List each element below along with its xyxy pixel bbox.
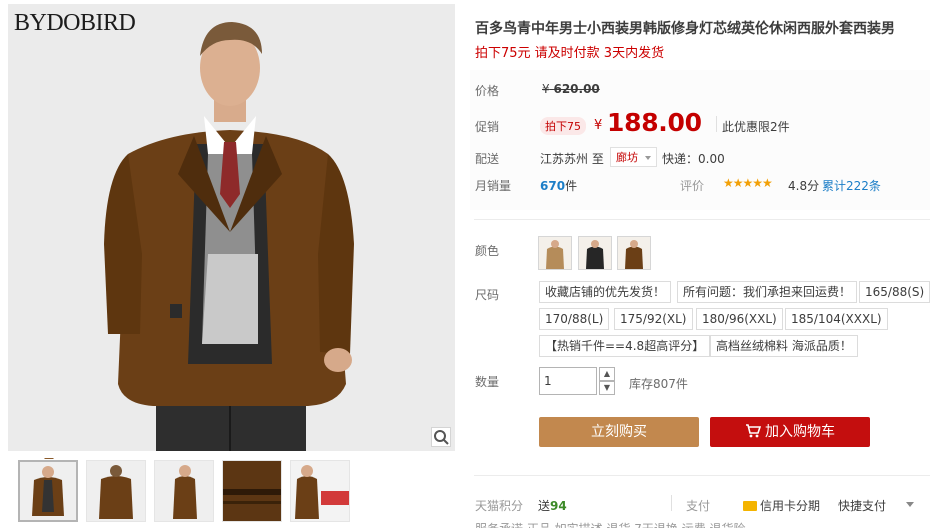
quantity-label: 数量: [475, 375, 500, 389]
rating-stars-icon: ★★★★★: [723, 176, 773, 190]
stock-count: 库存807件: [629, 377, 688, 391]
price-separator: [716, 116, 717, 132]
size-option[interactable]: 165/88(S): [859, 281, 930, 303]
size-label: 尺码: [475, 288, 500, 302]
main-product-image[interactable]: BYDOBIRD: [8, 4, 455, 451]
promo-label: 促销: [475, 120, 500, 134]
original-price-currency: ¥: [542, 82, 550, 96]
brown-blazer-swatch[interactable]: [617, 236, 651, 270]
promo-tag: 拍下75: [540, 117, 586, 135]
selected-thumb-indicator: [44, 458, 54, 459]
promo-currency: ¥: [594, 118, 603, 133]
size-option[interactable]: 185/104(XXXL): [785, 308, 888, 330]
product-subtitle: 拍下75元 请及时付款 3天内发货: [475, 46, 665, 61]
payment-separator: [671, 495, 672, 511]
original-price-value: 620.00: [553, 82, 600, 96]
ship-to-select[interactable]: 廊坊: [610, 147, 657, 167]
size-option[interactable]: 高档丝绒棉料 海派品质！: [710, 335, 858, 357]
installment-payment[interactable]: 信用卡分期: [743, 497, 820, 514]
size-option[interactable]: 180/96(XXL): [696, 308, 783, 330]
credit-card-icon: [743, 501, 757, 511]
quantity-input[interactable]: 1: [539, 367, 597, 395]
thumb-model-with-label[interactable]: [290, 460, 350, 522]
thumb-back-view[interactable]: [86, 460, 146, 522]
thumb-fabric-detail[interactable]: [222, 460, 282, 522]
quick-payment[interactable]: 快捷支付: [838, 497, 886, 514]
promo-limit: 此优惠限2件: [722, 120, 790, 134]
rating-label: 评价: [680, 179, 705, 193]
size-option[interactable]: 175/92(XL): [614, 308, 693, 330]
ship-from: 江苏苏州 至: [540, 152, 604, 166]
price-label: 价格: [475, 84, 500, 98]
size-option[interactable]: 170/88(L): [539, 308, 610, 330]
khaki-blazer-swatch[interactable]: [538, 236, 572, 270]
installment-label: 信用卡分期: [760, 499, 821, 513]
thumbnail-strip: [8, 458, 455, 528]
monthly-sales[interactable]: 670件: [540, 177, 577, 194]
review-count-link[interactable]: 累计222条: [822, 177, 881, 194]
points-value: 送94: [538, 497, 567, 514]
thumb-side-view[interactable]: [154, 460, 214, 522]
chevron-down-icon[interactable]: [906, 502, 914, 507]
size-option[interactable]: 【热销千件==4.8超高评分】: [539, 335, 711, 357]
points-number: 94: [550, 499, 567, 513]
promo-price: 188.00: [607, 108, 702, 137]
size-option[interactable]: 所有问题：我们承担来回运费！: [677, 281, 858, 303]
product-info-panel: 百多鸟青中年男士小西装男韩版修身灯芯绒英伦休闲西服外套西装男 拍下75元 请及时…: [466, 0, 930, 528]
divider: [474, 219, 930, 220]
add-to-cart-label: 加入购物车: [765, 424, 835, 440]
rating-score: 4.8分: [788, 179, 820, 193]
price-meta-box: 价格 ¥ 620.00 促销 拍下75 ¥ 188.00 此优惠限2件 配送 江…: [470, 70, 930, 210]
buy-now-button[interactable]: 立刻购买: [539, 417, 699, 447]
size-option[interactable]: 收藏店铺的优先发货！: [539, 281, 672, 303]
monthly-sales-label: 月销量: [475, 179, 512, 193]
magnifier-icon[interactable]: [431, 427, 451, 447]
original-price: ¥ 620.00: [542, 82, 600, 96]
divider: [474, 475, 930, 476]
thumb-front-view[interactable]: [18, 460, 78, 522]
add-to-cart-button[interactable]: 加入购物车: [710, 417, 870, 447]
shopping-cart-icon: [746, 424, 762, 438]
shipping-fee: 快递：0.00: [662, 152, 725, 166]
shipping-label: 配送: [475, 152, 500, 166]
brand-logo: BYDOBIRD: [14, 10, 136, 36]
product-title: 百多鸟青中年男士小西装男韩版修身灯芯绒英伦休闲西服外套西装男: [475, 21, 895, 37]
man-in-blazer-illustration: [8, 4, 455, 451]
black-blazer-swatch[interactable]: [578, 236, 612, 270]
quantity-down-icon[interactable]: ▼: [599, 381, 615, 395]
points-prefix: 送: [538, 499, 551, 513]
quantity-up-icon[interactable]: ▲: [599, 367, 615, 381]
monthly-sales-count: 670: [540, 179, 566, 193]
points-label: 天猫积分: [475, 499, 524, 513]
monthly-sales-unit: 件: [565, 179, 578, 193]
service-promise-row: 服务承诺 正品 如实描述 退货 7天退换 运费 退货险: [475, 520, 746, 528]
color-label: 颜色: [475, 244, 500, 258]
payment-label: 支付: [686, 499, 711, 513]
